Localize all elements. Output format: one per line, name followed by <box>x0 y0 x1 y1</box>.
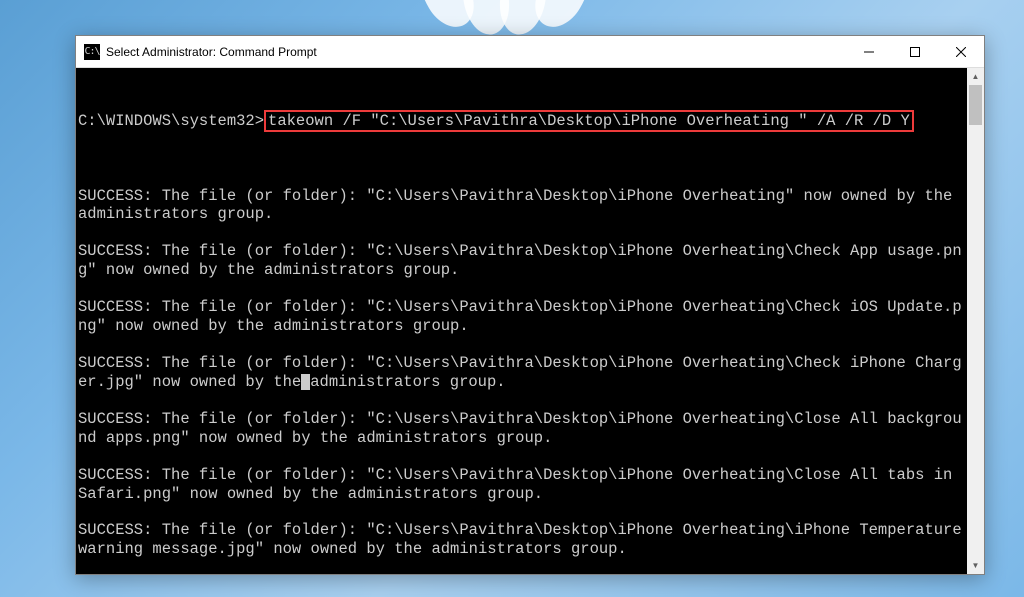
output-line: SUCCESS: The file (or folder): "C:\Users… <box>78 410 965 448</box>
minimize-button[interactable] <box>846 36 892 68</box>
output-line: SUCCESS: The file (or folder): "C:\Users… <box>78 466 965 504</box>
text-cursor <box>301 374 310 390</box>
output-text: administrators group. <box>310 373 505 391</box>
window-title: Select Administrator: Command Prompt <box>106 45 846 59</box>
titlebar[interactable]: C:\ Select Administrator: Command Prompt <box>76 36 984 68</box>
prompt-text: C:\WINDOWS\system32> <box>78 112 264 130</box>
output-line: SUCCESS: The file (or folder): "C:\Users… <box>78 521 965 559</box>
cmd-window: C:\ Select Administrator: Command Prompt… <box>75 35 985 575</box>
output-text: SUCCESS: The file (or folder): "C:\Users… <box>78 354 962 391</box>
output-line: SUCCESS: The file (or folder): "C:\Users… <box>78 298 965 336</box>
command-line: C:\WINDOWS\system32>takeown /F "C:\Users… <box>78 112 965 131</box>
command-text-highlighted: takeown /F "C:\Users\Pavithra\Desktop\iP… <box>264 110 914 132</box>
scroll-up-arrow[interactable]: ▲ <box>967 68 984 85</box>
output-line: SUCCESS: The file (or folder): "C:\Users… <box>78 187 965 225</box>
scroll-track[interactable] <box>967 85 984 557</box>
cmd-icon: C:\ <box>84 44 100 60</box>
output-line: SUCCESS: The file (or folder): "C:\Users… <box>78 354 965 392</box>
scroll-thumb[interactable] <box>969 85 982 125</box>
maximize-button[interactable] <box>892 36 938 68</box>
terminal-output[interactable]: C:\WINDOWS\system32>takeown /F "C:\Users… <box>76 68 967 574</box>
close-button[interactable] <box>938 36 984 68</box>
output-line: SUCCESS: The file (or folder): "C:\Users… <box>78 242 965 280</box>
vertical-scrollbar[interactable]: ▲ ▼ <box>967 68 984 574</box>
window-controls <box>846 36 984 67</box>
terminal-area: C:\WINDOWS\system32>takeown /F "C:\Users… <box>76 68 984 574</box>
scroll-down-arrow[interactable]: ▼ <box>967 557 984 574</box>
